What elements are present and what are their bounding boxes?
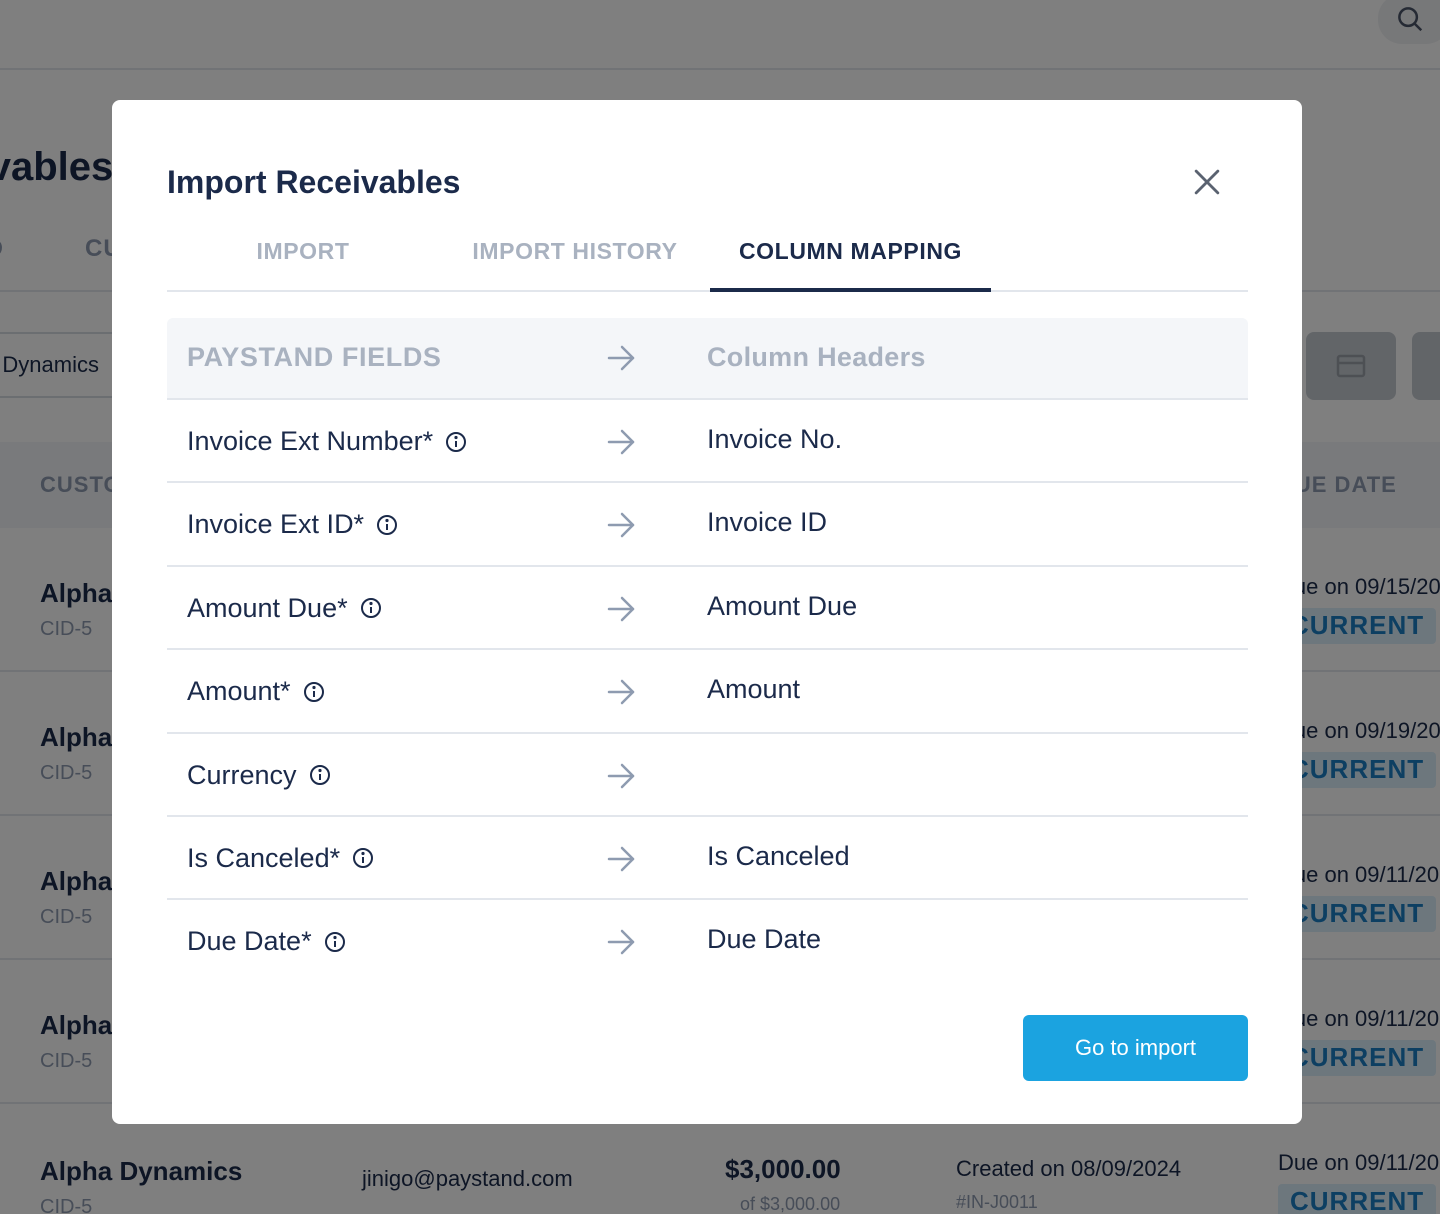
column-mapping-table: PAYSTAND FIELDS Column Headers Invoice E… [167, 318, 1248, 984]
info-icon[interactable] [352, 847, 374, 869]
column-header-value: Invoice No. [707, 424, 843, 454]
column-header-value: Amount [707, 674, 801, 705]
import-receivables-modal: Import Receivables IMPORT IMPORT HISTORY… [112, 100, 1302, 1124]
arrow-right-icon [607, 763, 635, 788]
field-label: Invoice Ext ID* [187, 509, 398, 540]
tab-import[interactable]: IMPORT [253, 238, 353, 292]
mapping-row: Amount Due* Amount Due [167, 567, 1248, 651]
mapping-table-header: PAYSTAND FIELDS Column Headers [167, 318, 1248, 400]
field-label: Is Canceled* [187, 843, 374, 874]
arrow-right-icon [607, 679, 635, 705]
arrow-right-icon [607, 846, 635, 872]
go-to-import-button[interactable]: Go to import [1023, 1015, 1248, 1081]
mapping-row: Invoice Ext Number* Invoice No. [167, 400, 1248, 484]
field-label: Amount* [187, 676, 325, 707]
info-icon[interactable] [303, 681, 325, 703]
field-label: Currency [187, 760, 331, 791]
info-icon[interactable] [360, 597, 382, 619]
field-label: Invoice Ext Number* [187, 426, 467, 457]
info-icon[interactable] [376, 514, 398, 536]
header-paystand-fields: PAYSTAND FIELDS [187, 342, 442, 372]
mapping-row: Is Canceled* Is Canceled [167, 817, 1248, 901]
close-button[interactable] [1190, 162, 1224, 202]
field-label: Due Date* [187, 926, 346, 957]
info-icon[interactable] [324, 931, 346, 953]
field-label: Amount Due* [187, 593, 382, 624]
tab-column-mapping[interactable]: COLUMN MAPPING [710, 238, 991, 292]
arrow-right-icon [607, 596, 635, 622]
field-name: Is Canceled* [187, 842, 341, 873]
arrow-right-icon [607, 513, 635, 538]
info-icon[interactable] [445, 431, 467, 453]
mapping-row: Currency [167, 734, 1248, 817]
modal-title: Import Receivables [167, 164, 461, 200]
close-icon [1194, 169, 1220, 195]
field-name: Invoice Ext Number* [187, 426, 434, 456]
mapping-row: Amount* Amount [167, 650, 1248, 734]
arrow-right-icon [607, 345, 635, 371]
column-header-value: Invoice ID [707, 507, 828, 538]
field-name: Currency [187, 759, 297, 790]
info-icon[interactable] [309, 764, 331, 786]
mapping-row: Invoice Ext ID* Invoice ID [167, 483, 1248, 567]
column-header-value: Is Canceled [707, 840, 850, 871]
arrow-right-icon [607, 429, 635, 455]
arrow-right-icon [607, 930, 635, 955]
header-column-headers: Column Headers [707, 342, 926, 372]
field-name: Due Date* [187, 926, 312, 957]
tab-import-history[interactable]: IMPORT HISTORY [466, 238, 684, 292]
field-name: Amount Due* [187, 592, 348, 623]
modal-tabs: IMPORT IMPORT HISTORY COLUMN MAPPING [167, 220, 1248, 292]
column-header-value: Due Date [707, 924, 822, 955]
field-name: Invoice Ext ID* [187, 509, 365, 540]
field-name: Amount* [187, 676, 291, 707]
mapping-row: Due Date* Due Date [167, 900, 1248, 983]
column-header-value: Amount Due [707, 590, 858, 621]
